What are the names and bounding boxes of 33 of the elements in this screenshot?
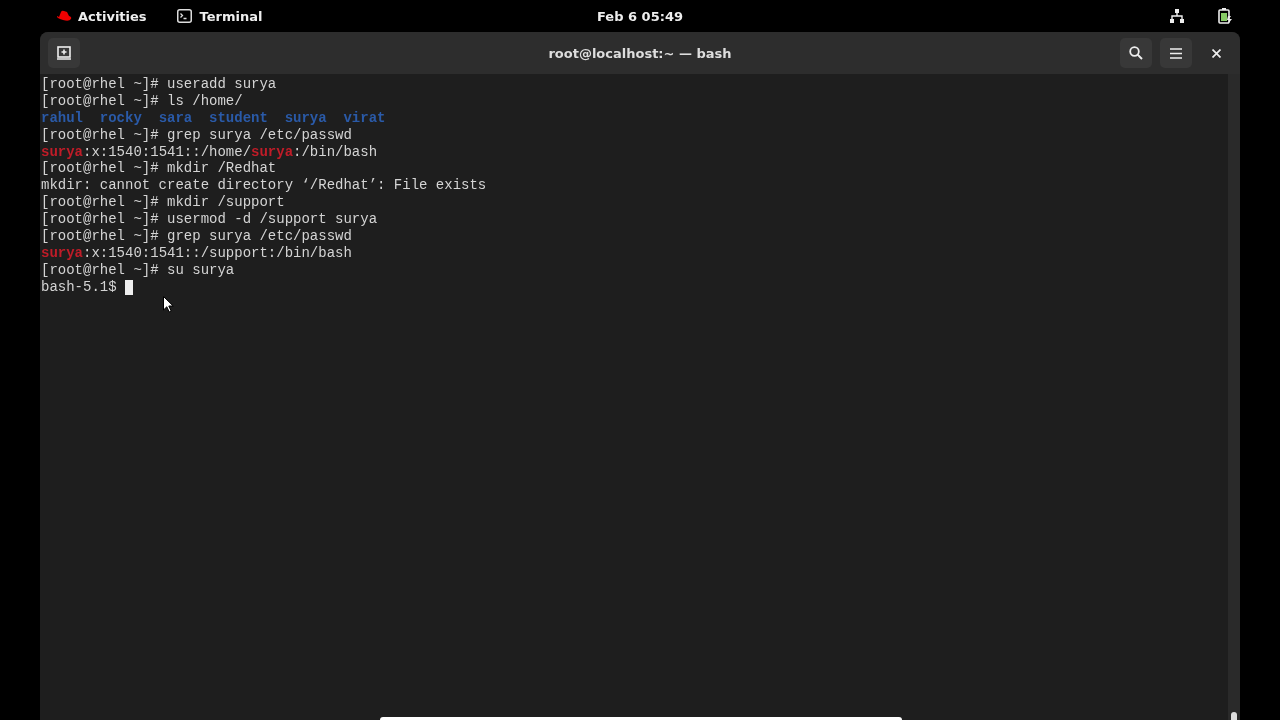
terminal-line: surya:x:1540:1541::/support:/bin/bash [41,244,353,262]
terminal-line: [root@rhel ~]# grep surya /etc/passwd [41,228,353,245]
terminal-line: [root@rhel ~]# grep surya /etc/passwd [41,126,353,144]
battery-icon[interactable] [1218,8,1232,24]
shell-prompt: bash-5.1$ [41,278,117,296]
scrollbar[interactable] [1228,74,1240,720]
menu-icon [1170,47,1182,59]
window-title: root@localhost:~ — bash [548,45,732,61]
terminal-line: [root@rhel ~]# mkdir /support [41,194,286,212]
terminal-line: [root@rhel ~]# useradd surya [41,76,278,93]
terminal-line: mkdir: cannot create directory ‘/Redhat’: File exists [41,177,488,195]
scrollbar-thumb[interactable] [1231,712,1237,720]
terminal-line: [root@rhel ~]# mkdir /Redhat [41,160,278,178]
terminal-line: rahul rocky sara student surya virat [41,109,387,127]
clock-button[interactable]: Feb 6 05:49 [591,4,689,28]
new-tab-button[interactable] [48,38,80,68]
terminal-line: [root@rhel ~]# su surya [41,261,236,279]
hat-icon [56,10,72,22]
mouse-pointer-icon [163,296,174,313]
search-icon [1129,46,1143,60]
handle-bar[interactable] [380,717,902,720]
close-icon [1211,48,1221,58]
text-cursor [124,279,133,295]
activities-button[interactable]: Activities [50,4,153,28]
terminal-icon [176,9,192,23]
app-menu-button[interactable]: Terminal [170,4,269,28]
terminal-line: [root@rhel ~]# usermod -d /support surya [41,211,379,228]
menu-button[interactable] [1160,38,1192,68]
terminal-line: surya:x:1540:1541::/home/surya:/bin/bash [41,143,379,161]
terminal-line: [root@rhel ~]# ls /home/ [41,92,244,110]
new-tab-icon [57,46,71,60]
search-button[interactable] [1120,38,1152,68]
network-icon[interactable] [1170,9,1184,23]
